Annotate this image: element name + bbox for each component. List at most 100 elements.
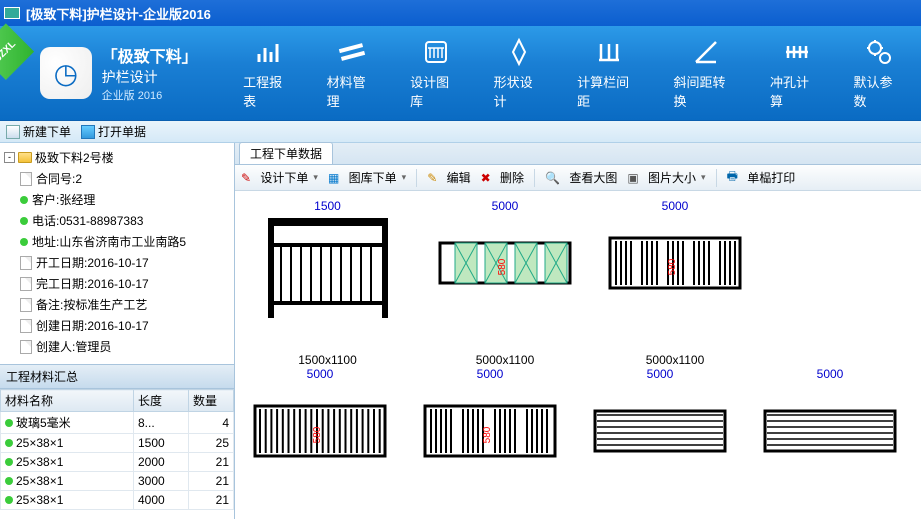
open-file-icon (81, 125, 95, 139)
gallery-item[interactable]: 5000 580 5000x1100 (590, 199, 760, 367)
new-file-icon (6, 125, 20, 139)
spacing-icon (593, 36, 625, 68)
ribbon-report[interactable]: 工程报表 (237, 32, 301, 114)
bullet-icon (20, 238, 28, 246)
separator (716, 169, 717, 187)
system-icon (4, 7, 20, 19)
ribbon-shape[interactable]: 形状设计 (488, 32, 552, 114)
tree-item-label: 合同号:2 (36, 170, 82, 187)
new-order-button[interactable]: 新建下单 (6, 123, 71, 140)
tree-item-label: 地址:山东省济南市工业南路5 (32, 233, 186, 250)
document-icon (20, 319, 32, 333)
thumbnail (258, 213, 398, 323)
tree-item[interactable]: 创建人:管理员 (20, 336, 232, 357)
tree-item[interactable]: 客户:张经理 (20, 189, 232, 210)
gallery-item[interactable]: 5000 580 5000x1100 (235, 367, 405, 519)
separator (534, 169, 535, 187)
ribbon-header: JZXL ◷ 「极致下料」 护栏设计 企业版 2016 工程报表 材料管理 设计… (0, 26, 921, 121)
dimension-label: 5000 (492, 199, 519, 213)
content-toolbar: ✎ 设计下单 ▦ 图库下单 ✎ 编辑 ✖ 删除 🔍 查看大图 ▣ 图片大小 🖶 … (235, 165, 921, 191)
app-title-1: 「极致下料」 (102, 43, 197, 67)
app-title-3: 企业版 2016 (102, 87, 197, 103)
design-gallery[interactable]: 1500 1500x1100 5000 580 5000x1100 5000 5… (235, 191, 921, 519)
tree-item-label: 客户:张经理 (32, 191, 95, 208)
tree-item[interactable]: 备注:按标准生产工艺 (20, 294, 232, 315)
gallery-item[interactable]: 5000 580 5000x1100 (420, 199, 590, 367)
separator (416, 169, 417, 187)
col-name[interactable]: 材料名称 (1, 390, 134, 412)
tree-item-label: 创建日期:2016-10-17 (36, 317, 149, 334)
col-len[interactable]: 长度 (134, 390, 189, 412)
ribbon-library[interactable]: 设计图库 (404, 32, 468, 114)
report-icon (253, 36, 285, 68)
app-logo: ◷ (40, 47, 92, 99)
gallery-item[interactable]: 1500 1500x1100 (235, 199, 420, 367)
dimension-label: 1500 (314, 199, 341, 213)
tree-item-label: 开工日期:2016-10-17 (36, 254, 149, 271)
document-icon (20, 277, 32, 291)
tree-item[interactable]: 完工日期:2016-10-17 (20, 273, 232, 294)
ribbon-punch[interactable]: 冲孔计算 (764, 32, 828, 114)
delete-button[interactable]: ✖ 删除 (481, 169, 524, 186)
gallery-item[interactable]: 5000 5000x1100 (575, 367, 745, 519)
table-row[interactable]: 25×38×1400021 (1, 491, 234, 510)
project-tree[interactable]: - 极致下料2号楼 合同号:2 客户:张经理电话:0531-88987383 地址:… (0, 143, 234, 364)
gallery-item[interactable]: 5000 580 5000x1100 (405, 367, 575, 519)
collapse-icon[interactable]: - (4, 152, 15, 163)
secondary-toolbar: 新建下单 打开单据 (0, 121, 921, 143)
ribbon-items: 工程报表 材料管理 设计图库 形状设计 计算栏间距 斜间距转换 冲孔计算 默认 (237, 32, 911, 114)
open-order-button[interactable]: 打开单据 (81, 123, 146, 140)
pic-size-button[interactable]: ▣ 图片大小 (627, 169, 705, 186)
dimension-label: 5000 (647, 367, 674, 381)
ribbon-spacing[interactable]: 计算栏间距 (571, 32, 647, 114)
tree-root[interactable]: - 极致下料2号楼 (2, 147, 232, 168)
material-table[interactable]: 材料名称 长度 数量 玻璃5毫米8...425×38×115002525×38×… (0, 389, 234, 519)
gallery-item[interactable]: 5000 5000x1100 (745, 367, 915, 519)
tree-item-label: 完工日期:2016-10-17 (36, 275, 149, 292)
material-summary-header: 工程材料汇总 (0, 364, 234, 389)
tree-item[interactable]: 地址:山东省济南市工业南路5 (20, 231, 232, 252)
table-row[interactable]: 25×38×1150025 (1, 434, 234, 453)
ribbon-diagonal[interactable]: 斜间距转换 (668, 32, 744, 114)
dimension-label: 5000 (477, 367, 504, 381)
app-title-2: 护栏设计 (102, 67, 197, 87)
tree-item[interactable]: 电话:0531-88987383 (20, 210, 232, 231)
bullet-icon (5, 496, 13, 504)
caption: 1500x1100 (298, 353, 357, 367)
tree-item[interactable]: 合同号:2 (20, 168, 232, 189)
svg-text:580: 580 (667, 258, 678, 275)
document-icon (20, 298, 32, 312)
folder-icon (18, 152, 32, 163)
dimension-label: 5000 (662, 199, 689, 213)
diagonal-icon (690, 36, 722, 68)
thumbnail (590, 381, 730, 491)
print-button[interactable]: 🖶 单榀打印 (727, 167, 796, 188)
thumbnail: 580 (435, 213, 575, 323)
table-row[interactable]: 25×38×1300021 (1, 472, 234, 491)
tab-order-data[interactable]: 工程下单数据 (239, 142, 333, 164)
edit-button[interactable]: ✎ 编辑 (427, 169, 470, 186)
thumbnail: 580 (250, 381, 390, 491)
right-pane: 工程下单数据 ✎ 设计下单 ▦ 图库下单 ✎ 编辑 ✖ 删除 🔍 查看大图 ▣ … (235, 143, 921, 519)
bullet-icon (5, 458, 13, 466)
svg-text:580: 580 (312, 426, 323, 443)
tree-item[interactable]: 开工日期:2016-10-17 (20, 252, 232, 273)
table-row[interactable]: 玻璃5毫米8...4 (1, 412, 234, 434)
view-big-button[interactable]: 🔍 查看大图 (545, 169, 617, 186)
bullet-icon (5, 439, 13, 447)
lib-order-button[interactable]: ▦ 图库下单 (328, 169, 406, 186)
design-order-button[interactable]: ✎ 设计下单 (241, 169, 318, 186)
window-titlebar: [极致下料]护栏设计-企业版2016 (0, 0, 921, 26)
ribbon-defaults[interactable]: 默认参数 (847, 32, 911, 114)
main-area: - 极致下料2号楼 合同号:2 客户:张经理电话:0531-88987383 地址:… (0, 143, 921, 519)
col-qty[interactable]: 数量 (189, 390, 234, 412)
shape-icon (503, 36, 535, 68)
document-icon (20, 256, 32, 270)
ribbon-material[interactable]: 材料管理 (321, 32, 385, 114)
gear-icon (863, 36, 895, 68)
table-row[interactable]: 25×38×1200021 (1, 453, 234, 472)
tree-item[interactable]: 创建日期:2016-10-17 (20, 315, 232, 336)
material-icon (336, 36, 368, 68)
svg-text:580: 580 (497, 258, 508, 275)
thumbnail (760, 381, 900, 491)
